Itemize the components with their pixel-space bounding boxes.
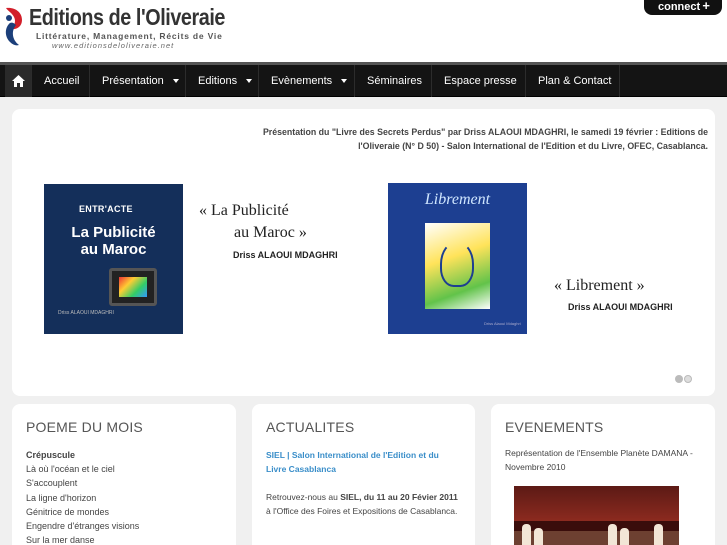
nav-seminaires[interactable]: Séminaires: [355, 65, 432, 97]
event-photo[interactable]: [514, 486, 679, 545]
book-cover-publicite[interactable]: ENTR'ACTE La Publicité au Maroc Driss AL…: [44, 184, 183, 334]
featured-slider[interactable]: Présentation du "Livre des Secrets Perdu…: [12, 109, 715, 396]
nav-label: Séminaires: [367, 75, 423, 87]
nav-label: Présentation: [102, 75, 164, 87]
book-title: Librement: [424, 191, 491, 208]
face-illustration: [440, 241, 474, 287]
connect-label: connect: [658, 1, 701, 13]
book-signature: Driss Alaoui Mdaghri: [484, 321, 521, 326]
nav-label: Accueil: [44, 75, 80, 87]
news-text-pre: Retrouvez-nous au: [266, 492, 341, 502]
panel-heading: POEME DU MOIS: [26, 419, 143, 435]
book-author-small: Driss ALAOUI MDAGHRI: [58, 310, 114, 316]
nav-label: Plan & Contact: [538, 75, 612, 87]
poem-title: Crépuscule: [26, 450, 76, 460]
news-link[interactable]: SIEL | Salon International de l'Edition …: [266, 448, 460, 476]
slider-dot[interactable]: [675, 375, 683, 383]
nav-label: Evènements: [271, 75, 333, 87]
panel-heading: EVENEMENTS: [505, 419, 604, 435]
site-title[interactable]: Editions de l'Oliveraie: [29, 4, 225, 31]
news-text-dates: SIEL, du 11 au 20 Févier 2011: [340, 492, 458, 502]
site-tagline: Littérature, Management, Récits de Vie: [36, 31, 223, 41]
nav-label: Espace presse: [444, 75, 517, 87]
nav-label: Editions: [198, 75, 238, 87]
slider-pagination: [675, 370, 697, 383]
nav-accueil[interactable]: Accueil: [32, 65, 90, 97]
book-cover-librement[interactable]: Librement Driss Alaoui Mdaghri: [388, 183, 527, 334]
home-icon: [12, 75, 25, 87]
site-url: www.editionsdeloliveraie.net: [52, 41, 175, 50]
plus-icon: +: [702, 0, 710, 13]
site-header: Editions de l'Oliveraie Littérature, Man…: [0, 0, 727, 62]
book-series-label: ENTR'ACTE: [79, 204, 133, 214]
slide-quote: « Librement »: [554, 277, 645, 294]
event-text: Représentation de l'Ensemble Planète DAM…: [505, 448, 693, 473]
news-text: Retrouvez-nous au SIEL, du 11 au 20 Févi…: [266, 490, 462, 518]
nav-plan-contact[interactable]: Plan & Contact: [526, 65, 620, 97]
poem-line: S'accouplent: [26, 478, 78, 489]
logo-icon[interactable]: [2, 6, 26, 46]
poem-line: Génitrice de mondes: [26, 506, 110, 517]
slide-author: Driss ALAOUI MDAGHRI: [233, 250, 338, 260]
poem-lines: Crépuscule Là où l'océan et le ciel S'ac…: [26, 448, 139, 545]
poem-line: Engendre d'étranges visions: [26, 521, 140, 532]
slide-caption: Présentation du "Livre des Secrets Perdu…: [262, 127, 708, 151]
poem-of-month-panel: POEME DU MOIS Crépuscule Là où l'océan e…: [12, 404, 236, 545]
news-panel: ACTUALITES SIEL | Salon International de…: [252, 404, 475, 545]
nav-editions[interactable]: Editions: [186, 65, 259, 97]
nav-presentation[interactable]: Présentation: [90, 65, 186, 97]
slide-quote: « La Publicité: [199, 202, 289, 219]
nav-espace-presse[interactable]: Espace presse: [432, 65, 526, 97]
poem-line: Là où l'océan et le ciel: [26, 464, 115, 475]
events-panel: EVENEMENTS Représentation de l'Ensemble …: [491, 404, 715, 545]
connect-button[interactable]: connect +: [644, 0, 722, 15]
television-illustration: [109, 268, 157, 306]
chevron-down-icon: [341, 79, 348, 84]
poem-line: La ligne d'horizon: [26, 492, 97, 503]
nav-home[interactable]: [5, 65, 32, 97]
slide-author: Driss ALAOUI MDAGHRI: [568, 302, 673, 312]
nav-evenements[interactable]: Evènements: [259, 65, 355, 97]
chevron-down-icon: [172, 79, 179, 84]
news-text-post: à l'Office des Foires et Expositions de …: [266, 506, 458, 517]
main-navigation: Accueil Présentation Editions Evènements…: [0, 62, 727, 97]
chevron-down-icon: [246, 79, 253, 84]
panel-heading: ACTUALITES: [266, 419, 355, 435]
poem-line: Sur la mer danse: [26, 535, 95, 545]
slide-quote: au Maroc »: [234, 224, 307, 241]
book-title-line: au Maroc: [80, 241, 147, 258]
book-title-line: La Publicité: [71, 224, 156, 241]
slider-dot-active[interactable]: [684, 375, 692, 383]
